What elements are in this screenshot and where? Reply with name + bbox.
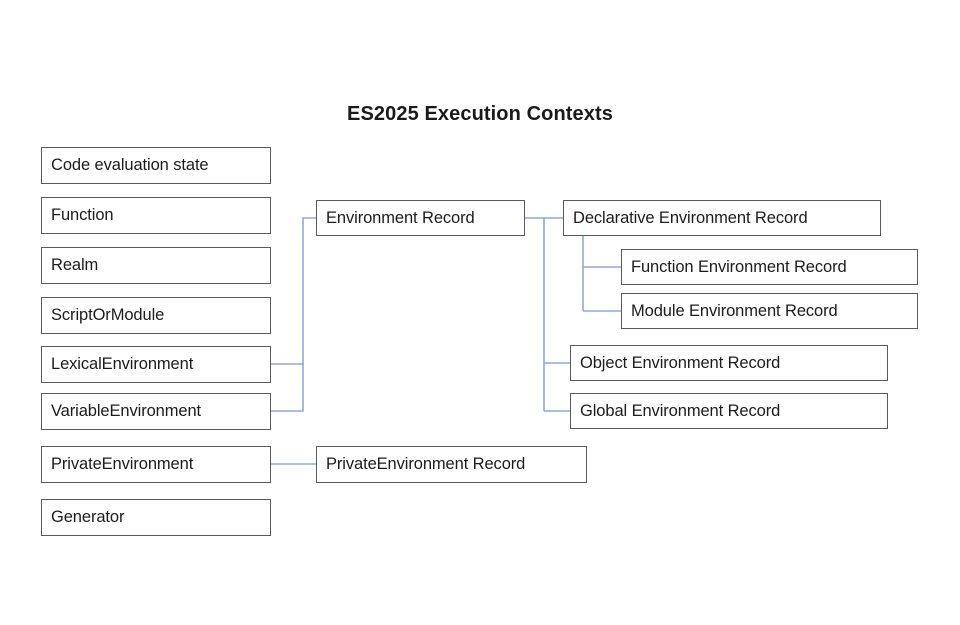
- node-variable-environment[interactable]: VariableEnvironment: [41, 393, 271, 430]
- node-global-environment-record[interactable]: Global Environment Record: [570, 393, 888, 429]
- node-lexical-environment[interactable]: LexicalEnvironment: [41, 346, 271, 383]
- node-object-environment-record[interactable]: Object Environment Record: [570, 345, 888, 381]
- variable-to-environment-record: [271, 364, 304, 412]
- node-function-environment-record[interactable]: Function Environment Record: [621, 249, 918, 285]
- node-script-or-module[interactable]: ScriptOrModule: [41, 297, 271, 334]
- node-generator[interactable]: Generator: [41, 499, 271, 536]
- page-title: ES2025 Execution Contexts: [347, 103, 613, 125]
- node-code-evaluation-state[interactable]: Code evaluation state: [41, 147, 271, 184]
- node-environment-record[interactable]: Environment Record: [316, 200, 525, 236]
- node-private-environment[interactable]: PrivateEnvironment: [41, 446, 271, 483]
- node-declarative-environment-record[interactable]: Declarative Environment Record: [563, 200, 881, 236]
- node-private-environment-record[interactable]: PrivateEnvironment Record: [316, 446, 587, 483]
- node-function[interactable]: Function: [41, 197, 271, 234]
- node-module-environment-record[interactable]: Module Environment Record: [621, 293, 918, 329]
- lexical-to-environment-record: [271, 217, 316, 365]
- diagram-canvas: ES2025 Execution Contexts Code evaluatio…: [0, 0, 960, 625]
- node-realm[interactable]: Realm: [41, 247, 271, 284]
